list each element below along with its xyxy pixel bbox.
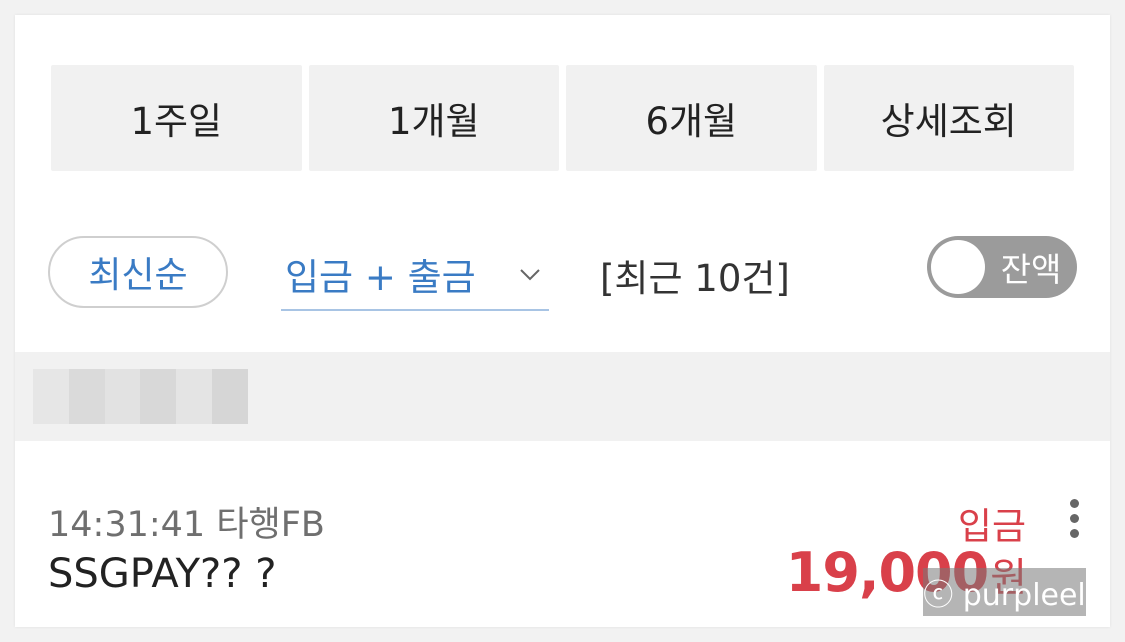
detail-search-button[interactable]: 상세조회 (823, 65, 1074, 171)
sort-order-button[interactable]: 최신순 (48, 236, 228, 308)
transaction-row[interactable]: 14:31:41 타행FB SSGPAY?? ? 입금 19,000원 ⓒ pu… (15, 441, 1110, 627)
kebab-menu-icon[interactable] (1068, 499, 1080, 543)
period-6month-button[interactable]: 6개월 (566, 65, 817, 171)
period-1week-button[interactable]: 1주일 (51, 65, 302, 171)
chevron-down-icon (520, 269, 540, 281)
transaction-description: SSGPAY?? ? (48, 551, 277, 597)
toggle-knob (931, 240, 985, 294)
recent-count-label: [최근 10건] (600, 257, 790, 300)
balance-toggle-label: 잔액 (1000, 250, 1062, 289)
period-1month-button[interactable]: 1개월 (308, 65, 559, 171)
filter-row: 최신순 입금 + 출금 [최근 10건] 잔액 (15, 233, 1110, 313)
transaction-time-branch: 14:31:41 타행FB (48, 505, 325, 545)
watermark: ⓒ purpleel (923, 568, 1086, 616)
period-button-group: 1주일 1개월 6개월 상세조회 (51, 65, 1074, 171)
transaction-type-select[interactable]: 입금 + 출금 (281, 239, 549, 311)
transaction-type-label: 입금 + 출금 (285, 256, 476, 299)
transaction-card: 1주일 1개월 6개월 상세조회 최신순 입금 + 출금 [최근 10건] 잔액 (15, 15, 1110, 627)
blurred-date (33, 369, 248, 424)
balance-toggle[interactable]: 잔액 (927, 236, 1077, 298)
date-header (15, 352, 1110, 441)
